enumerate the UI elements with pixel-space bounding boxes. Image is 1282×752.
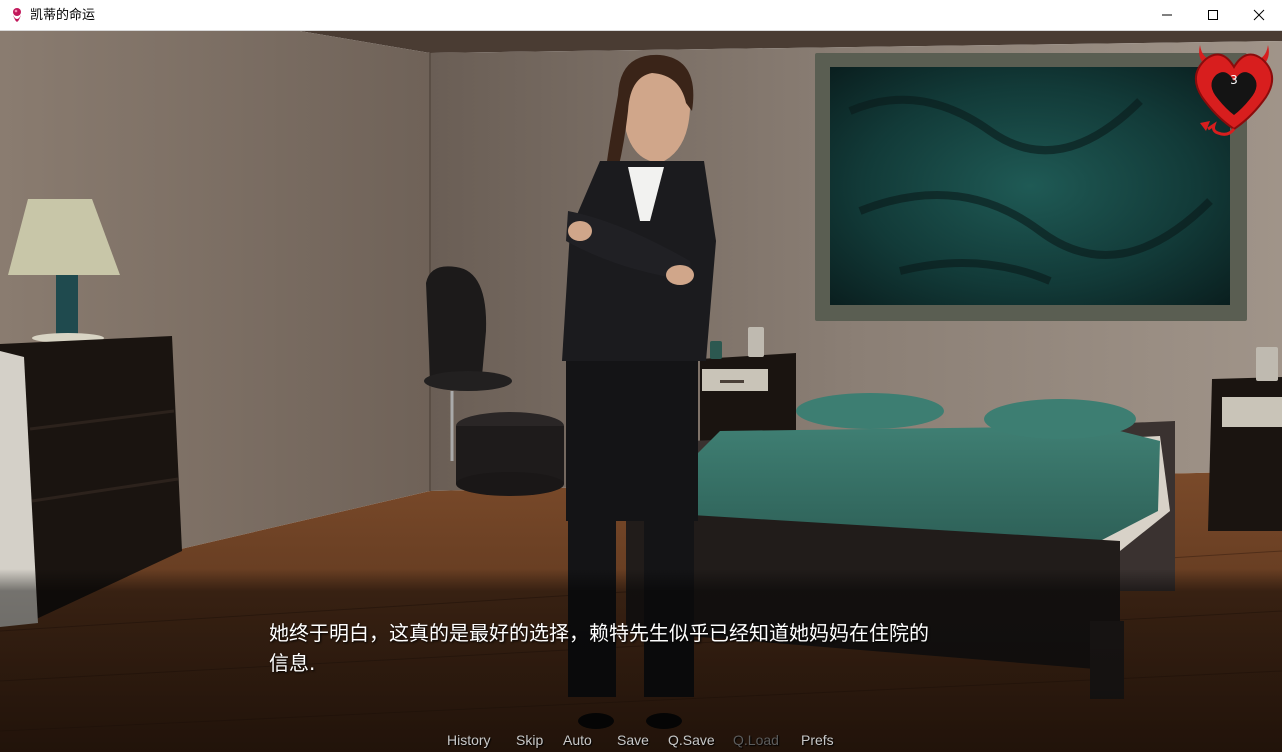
minimize-icon (1162, 14, 1172, 16)
auto-button[interactable]: Auto (563, 732, 592, 748)
dialogue-text: 她终于明白，这真的是最好的选择，赖特先生似乎已经知道她妈妈在住院的 信息. (269, 618, 1019, 678)
minimize-button[interactable] (1144, 0, 1190, 30)
game-viewport[interactable]: 3 她终于明白，这真的是最好的选择，赖特先生似乎已经知道她妈妈在住院的 信息. … (0, 31, 1282, 752)
history-button[interactable]: History (447, 732, 491, 748)
heart-counter: 3 (1230, 73, 1238, 87)
skip-button[interactable]: Skip (516, 732, 543, 748)
maximize-button[interactable] (1190, 0, 1236, 30)
quick-menu: History Skip Auto Save Q.Save Q.Load Pre… (0, 730, 1282, 752)
maximize-icon (1208, 10, 1218, 20)
dialogue-line-1: 她终于明白，这真的是最好的选择，赖特先生似乎已经知道她妈妈在住院的 (269, 621, 929, 645)
quick-save-button[interactable]: Q.Save (668, 732, 715, 748)
save-button[interactable]: Save (617, 732, 649, 748)
window-titlebar: 凯蒂的命运 (0, 0, 1282, 31)
devil-heart-icon (1195, 45, 1273, 136)
close-icon (1253, 9, 1265, 21)
close-button[interactable] (1236, 0, 1282, 30)
quick-load-button[interactable]: Q.Load (733, 732, 779, 748)
app-icon (13, 8, 21, 22)
window-title: 凯蒂的命运 (30, 8, 96, 23)
prefs-button[interactable]: Prefs (801, 732, 834, 748)
dialogue-line-2: 信息. (269, 651, 316, 675)
